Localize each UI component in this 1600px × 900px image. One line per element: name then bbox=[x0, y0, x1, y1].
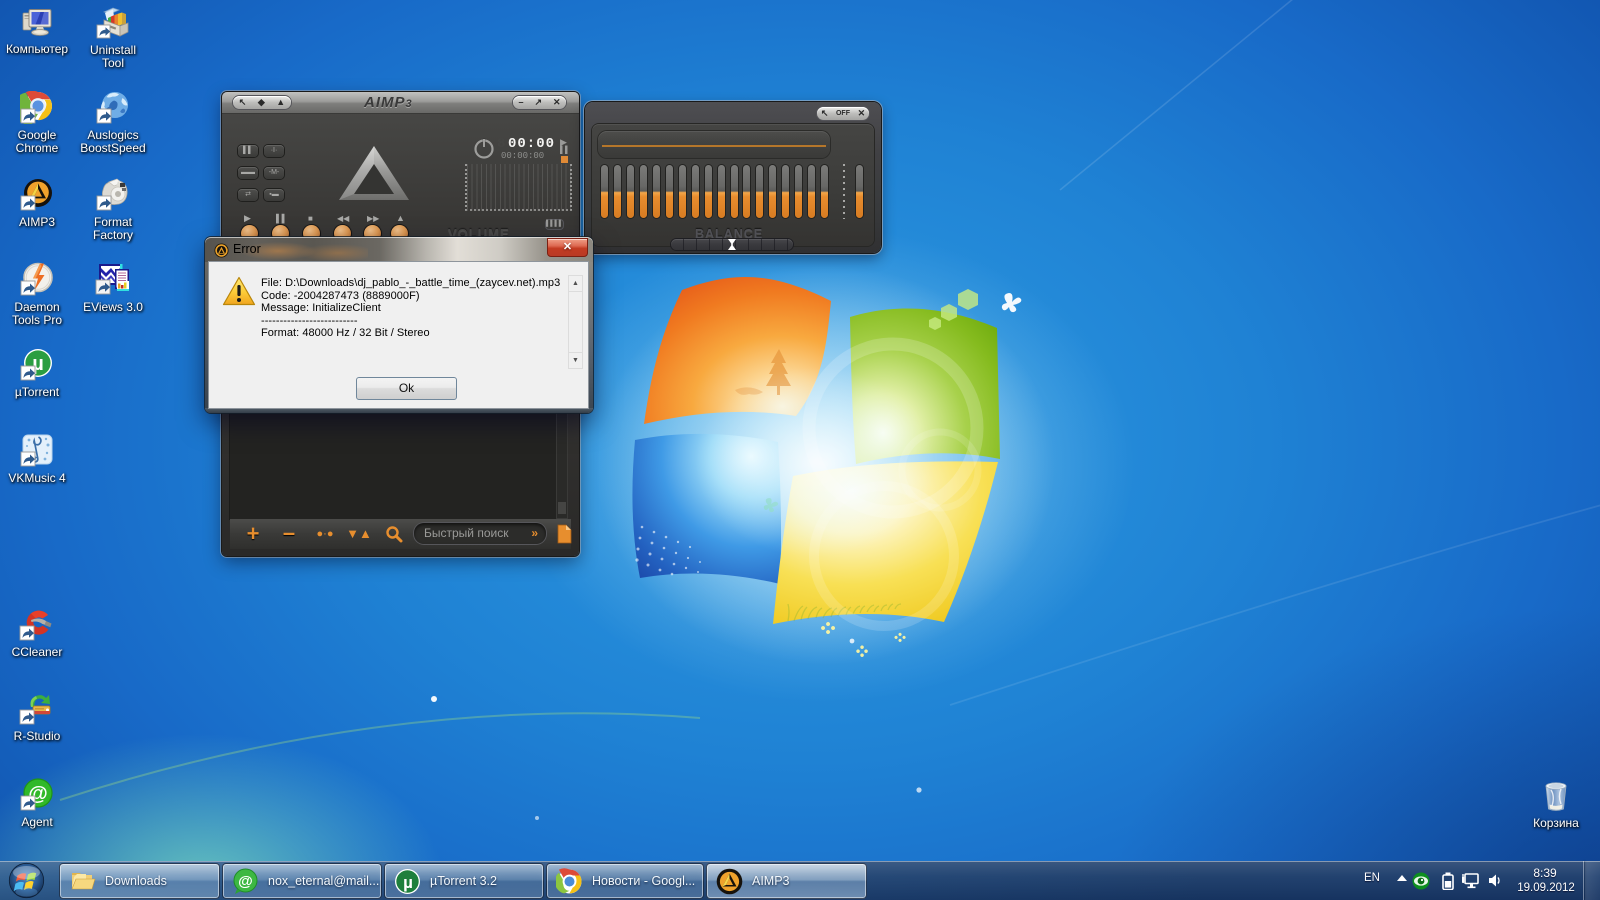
svg-text:µ: µ bbox=[403, 873, 413, 892]
svg-text:@: @ bbox=[238, 873, 253, 890]
